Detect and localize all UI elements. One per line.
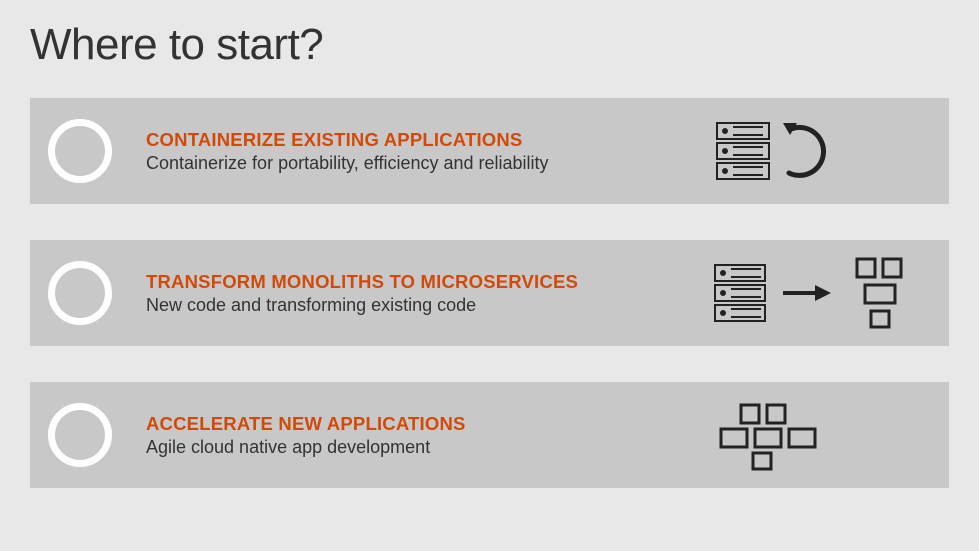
containerize-icon (711, 111, 931, 191)
option-description: Containerize for portability, efficiency… (146, 153, 711, 174)
options-list: CONTAINERIZE EXISTING APPLICATIONS Conta… (30, 98, 949, 488)
option-text: CONTAINERIZE EXISTING APPLICATIONS Conta… (146, 129, 711, 174)
microservices-icon (711, 253, 931, 333)
option-row: ACCELERATE NEW APPLICATIONS Agile cloud … (30, 382, 949, 488)
option-description: New code and transforming existing code (146, 295, 711, 316)
bullet-circle-icon (48, 403, 112, 467)
option-text: TRANSFORM MONOLITHS TO MICROSERVICES New… (146, 271, 711, 316)
option-row: TRANSFORM MONOLITHS TO MICROSERVICES New… (30, 240, 949, 346)
option-heading: CONTAINERIZE EXISTING APPLICATIONS (146, 129, 711, 151)
option-heading: TRANSFORM MONOLITHS TO MICROSERVICES (146, 271, 711, 293)
page-title: Where to start? (30, 20, 949, 70)
option-text: ACCELERATE NEW APPLICATIONS Agile cloud … (146, 413, 711, 458)
bullet-circle-icon (48, 261, 112, 325)
cloud-native-icon (711, 395, 931, 475)
bullet-circle-icon (48, 119, 112, 183)
option-row: CONTAINERIZE EXISTING APPLICATIONS Conta… (30, 98, 949, 204)
option-heading: ACCELERATE NEW APPLICATIONS (146, 413, 711, 435)
option-description: Agile cloud native app development (146, 437, 711, 458)
